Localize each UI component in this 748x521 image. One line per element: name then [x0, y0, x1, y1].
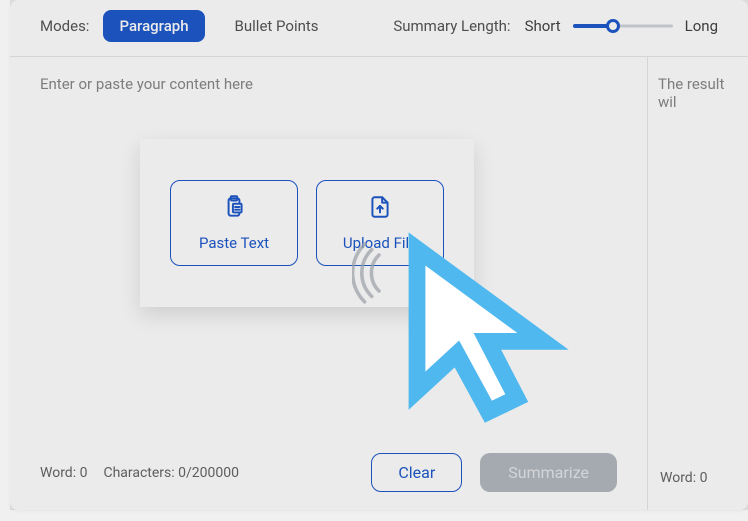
output-placeholder: The result wil — [658, 75, 738, 111]
modes-label: Modes: — [40, 17, 89, 35]
paste-text-button[interactable]: Paste Text — [170, 180, 298, 266]
character-count: Characters: 0/200000 — [103, 465, 239, 481]
upload-file-button[interactable]: Upload File — [316, 180, 444, 266]
summary-length-slider-wrap: Short Long — [525, 17, 718, 35]
upload-file-label: Upload File — [343, 234, 417, 252]
output-panel: The result wil Word: 0 — [648, 57, 748, 510]
summary-length-slider[interactable] — [573, 19, 673, 33]
summary-length-label: Summary Length: — [393, 17, 510, 35]
word-count: Word: 0 — [40, 465, 87, 481]
upload-file-icon — [367, 194, 393, 224]
mode-paragraph-button[interactable]: Paragraph — [103, 10, 204, 42]
paste-text-label: Paste Text — [199, 234, 269, 252]
slider-thumb[interactable] — [606, 19, 620, 33]
clipboard-icon — [221, 194, 247, 224]
long-label: Long — [685, 17, 718, 35]
summarize-button[interactable]: Summarize — [480, 453, 617, 492]
input-bottom-bar: Word: 0 Characters: 0/200000 Clear Summa… — [40, 453, 617, 492]
input-options-popup: Paste Text Upload File — [140, 139, 474, 307]
mode-bullet-button[interactable]: Bullet Points — [219, 10, 335, 42]
input-panel[interactable]: Enter or paste your content here — [10, 57, 648, 510]
clear-button[interactable]: Clear — [371, 453, 462, 492]
short-label: Short — [525, 17, 561, 35]
input-placeholder: Enter or paste your content here — [40, 75, 617, 93]
toolbar: Modes: Paragraph Bullet Points Summary L… — [10, 0, 748, 57]
output-word-count: Word: 0 — [660, 470, 707, 486]
